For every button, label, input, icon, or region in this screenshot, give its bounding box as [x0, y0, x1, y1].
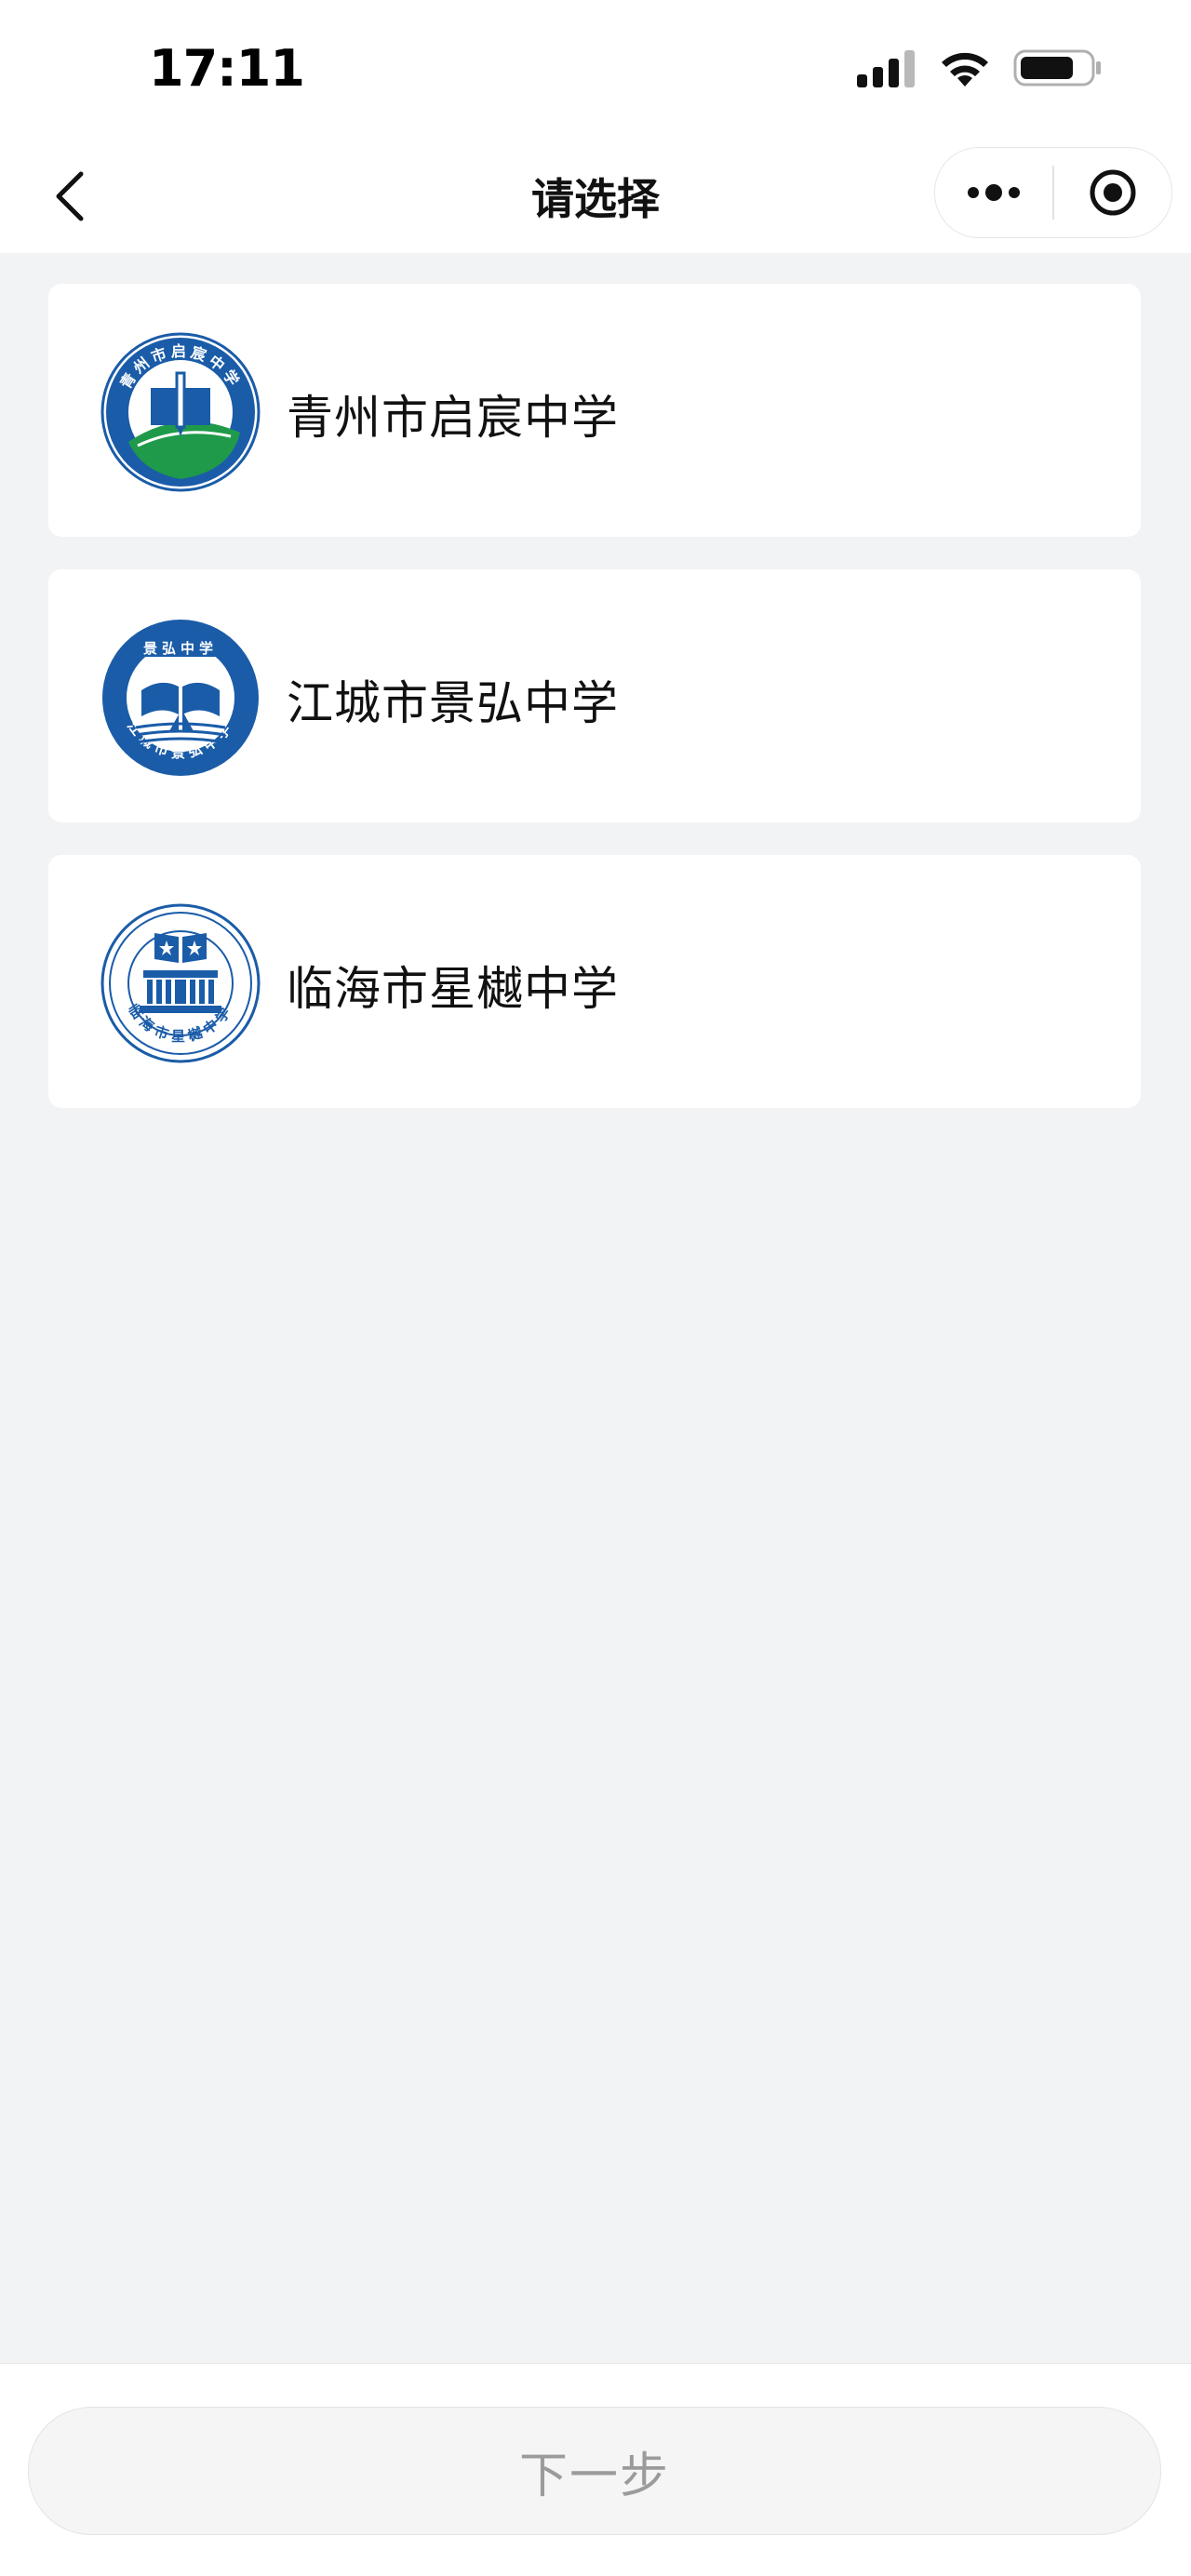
status-bar: 17:11	[0, 0, 1191, 140]
school-card[interactable]: 临海市星樾中学 临海市星樾中学	[48, 855, 1141, 1108]
battery-icon	[1013, 49, 1101, 87]
wifi-icon	[942, 52, 988, 87]
more-dots-icon	[968, 184, 1020, 201]
signal-icon	[857, 50, 915, 87]
status-time: 17:11	[149, 39, 305, 98]
next-step-button[interactable]: 下一步	[28, 2407, 1161, 2535]
mini-program-capsule	[934, 147, 1172, 238]
school-logo-icon: 青州市启宸中学	[100, 332, 261, 492]
school-logo-icon: 临海市星樾中学	[100, 903, 261, 1063]
status-icons	[857, 45, 1103, 91]
close-mini-program-button[interactable]	[1054, 148, 1171, 237]
footer-bar: 下一步	[0, 2363, 1191, 2576]
school-name: 临海市星樾中学	[287, 962, 619, 1016]
school-list: 青州市启宸中学 青州市启宸中学 江城市景弘中学 景弘中学 江城市景弘中学 临海市…	[48, 284, 1141, 1141]
school-card[interactable]: 青州市启宸中学 青州市启宸中学	[48, 284, 1141, 537]
school-name: 江城市景弘中学	[287, 676, 619, 730]
school-card[interactable]: 江城市景弘中学 景弘中学 江城市景弘中学	[48, 569, 1141, 822]
page: 17:11 请选择 青州市启宸中学 青州市启宸中学 江城市景弘中学 景弘中学 江…	[0, 0, 1191, 2576]
target-icon	[1090, 169, 1136, 216]
school-logo-icon: 江城市景弘中学 景弘中学	[102, 620, 259, 776]
more-button[interactable]	[935, 148, 1052, 237]
school-name: 青州市启宸中学	[287, 391, 619, 445]
logo-text-top: 景弘中学	[143, 640, 218, 657]
nav-bar: 请选择	[0, 140, 1191, 253]
